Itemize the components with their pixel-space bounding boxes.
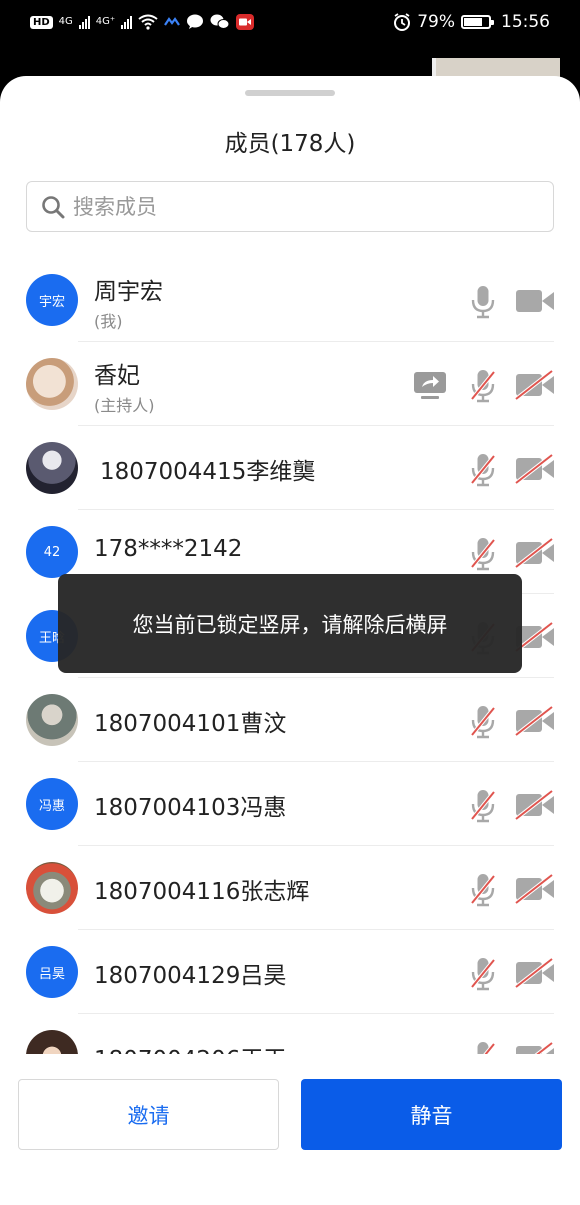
bottom-action-bar: 邀请 静音 <box>0 1054 580 1205</box>
member-name: 1807004116张志辉 <box>94 879 310 905</box>
camera-off-icon[interactable] <box>514 1042 556 1054</box>
video-app-icon <box>236 14 255 30</box>
microphone-on-icon[interactable] <box>469 285 497 319</box>
microphone-off-icon[interactable] <box>469 873 497 907</box>
avatar <box>26 358 78 410</box>
member-row[interactable]: 1807004206王玉 <box>0 1014 580 1054</box>
avatar: 42 <box>26 526 78 578</box>
sheet-title: 成员(178人) <box>224 131 356 157</box>
app-notification-icon <box>164 17 181 26</box>
camera-off-icon[interactable] <box>514 454 556 484</box>
member-name: 周宇宏 <box>94 279 163 305</box>
screen-share-icon[interactable] <box>413 370 447 400</box>
network-type-1: 4G <box>58 16 73 27</box>
status-bar: HD 4G 4G⁺ 79% 15:56 <box>0 0 580 44</box>
sheet-drag-handle[interactable] <box>245 90 335 96</box>
wifi-icon <box>138 14 158 30</box>
microphone-off-icon[interactable] <box>469 537 497 571</box>
microphone-off-icon[interactable] <box>469 369 497 403</box>
member-row[interactable]: 冯惠 1807004103冯惠 <box>0 762 580 846</box>
battery-percent: 79% <box>417 12 455 32</box>
member-name: 1807004103冯惠 <box>94 795 287 821</box>
signal-icon <box>78 15 90 29</box>
member-row[interactable]: 宇宏 周宇宏 (我) <box>0 258 580 342</box>
network-type-2: 4G⁺ <box>95 16 116 27</box>
microphone-off-icon[interactable] <box>469 957 497 991</box>
microphone-off-icon[interactable] <box>469 453 497 487</box>
camera-off-icon[interactable] <box>514 790 556 820</box>
signal-icon-2 <box>121 15 133 29</box>
camera-on-icon[interactable] <box>514 286 556 316</box>
battery-icon <box>461 15 494 29</box>
member-row[interactable]: 1807004101曹汶 <box>0 678 580 762</box>
member-row[interactable]: 吕昊 1807004129吕昊 <box>0 930 580 1014</box>
status-left: HD 4G 4G⁺ <box>30 14 255 30</box>
mute-all-button[interactable]: 静音 <box>301 1079 562 1150</box>
avatar <box>26 862 78 914</box>
avatar <box>26 1030 78 1054</box>
invite-button[interactable]: 邀请 <box>18 1079 279 1150</box>
avatar: 吕昊 <box>26 946 78 998</box>
camera-off-icon[interactable] <box>514 538 556 568</box>
clock: 15:56 <box>501 12 550 32</box>
member-name: 1807004101曹汶 <box>94 711 287 737</box>
member-name: 香妃 <box>94 363 140 389</box>
member-row[interactable]: 1807004116张志辉 <box>0 846 580 930</box>
member-name: 178****2142 <box>94 536 243 562</box>
camera-off-icon[interactable] <box>514 370 556 400</box>
avatar <box>26 694 78 746</box>
member-role: (主持人) <box>94 396 155 415</box>
camera-off-icon[interactable] <box>514 874 556 904</box>
avatar <box>26 442 78 494</box>
orientation-lock-toast: 您当前已锁定竖屏，请解除后横屏 <box>58 574 522 673</box>
alarm-icon <box>394 13 411 31</box>
member-row[interactable]: 1807004415李维龑 <box>0 426 580 510</box>
wechat-icon <box>210 14 230 29</box>
search-input[interactable] <box>73 194 513 219</box>
hd-badge: HD <box>30 15 53 29</box>
search-icon <box>42 195 65 218</box>
member-row[interactable]: 香妃 (主持人) <box>0 342 580 426</box>
microphone-off-icon[interactable] <box>469 705 497 739</box>
camera-off-icon[interactable] <box>514 958 556 988</box>
status-right: 79% 15:56 <box>393 12 550 32</box>
member-role: (我) <box>94 312 123 331</box>
member-name: 1807004415李维龑 <box>100 459 316 485</box>
avatar: 宇宏 <box>26 274 78 326</box>
microphone-off-icon[interactable] <box>469 789 497 823</box>
camera-off-icon[interactable] <box>514 706 556 736</box>
microphone-off-icon[interactable] <box>469 1041 497 1054</box>
message-icon <box>187 14 204 29</box>
search-box[interactable] <box>26 181 554 232</box>
member-name: 1807004129吕昊 <box>94 963 287 989</box>
member-name: 1807004206王玉 <box>94 1040 286 1054</box>
avatar: 冯惠 <box>26 778 78 830</box>
